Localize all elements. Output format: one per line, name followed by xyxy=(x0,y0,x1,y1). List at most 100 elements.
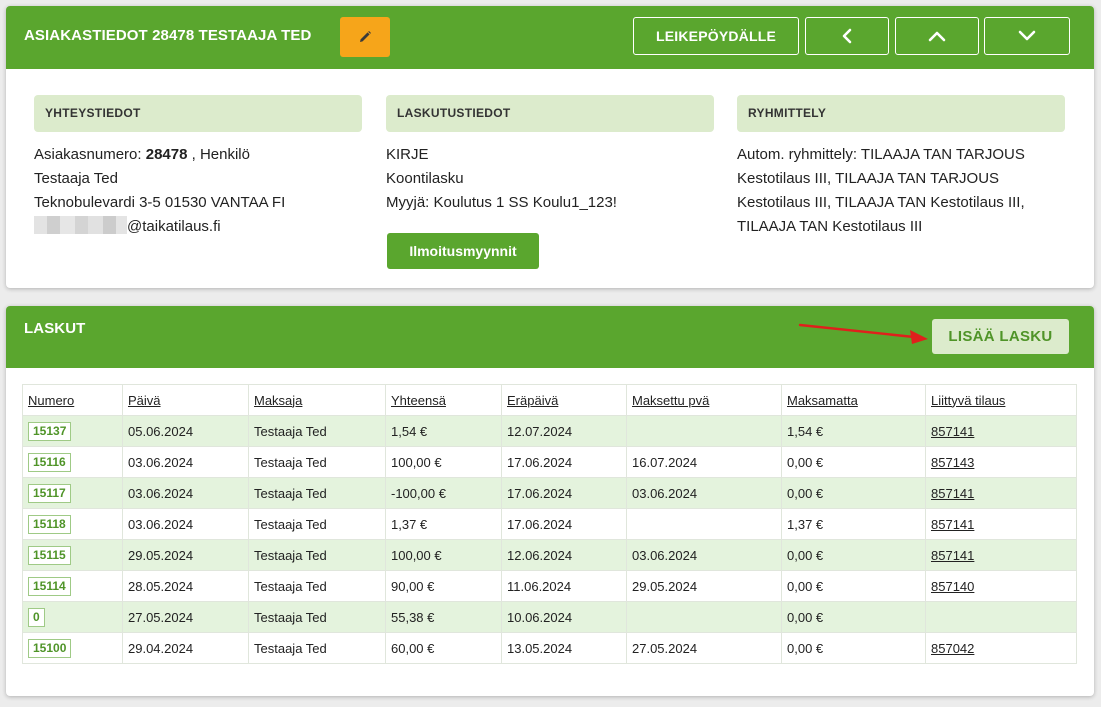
invoices-table: Numero Päivä Maksaja Yhteensä Eräpäivä M… xyxy=(22,384,1077,664)
invoice-total-cell: 1,37 € xyxy=(385,508,502,540)
invoice-date-cell: 29.04.2024 xyxy=(122,632,249,664)
invoice-number-cell: 15114 xyxy=(22,570,123,602)
invoice-number-cell: 15118 xyxy=(22,508,123,540)
invoice-paid-date-cell: 03.06.2024 xyxy=(626,477,782,509)
invoice-due-date-cell: 13.05.2024 xyxy=(501,632,627,664)
customer-title: ASIAKASTIEDOT 28478 TESTAAJA TED xyxy=(24,27,312,44)
invoice-number-button[interactable]: 15118 xyxy=(28,514,71,534)
invoice-total-cell: -100,00 € xyxy=(385,477,502,509)
invoice-number-button[interactable]: 15100 xyxy=(28,638,72,658)
invoice-related-order-link[interactable]: 857141 xyxy=(925,539,1077,571)
column-header-total[interactable]: Yhteensä xyxy=(385,384,502,416)
invoice-date-cell: 05.06.2024 xyxy=(122,415,249,447)
invoice-due-date-cell: 12.07.2024 xyxy=(501,415,627,447)
customer-number: 28478 xyxy=(145,146,188,163)
invoice-due-date-cell: 12.06.2024 xyxy=(501,539,627,571)
column-header-related-order[interactable]: Liittyvä tilaus xyxy=(925,384,1077,416)
previous-button[interactable] xyxy=(805,17,889,55)
clipboard-button[interactable]: LEIKEPÖYDÄLLE xyxy=(633,17,799,55)
grouping-details: Autom. ryhmittely: TILAAJA TAN TARJOUS K… xyxy=(737,146,1025,235)
edit-button[interactable] xyxy=(340,17,390,57)
invoice-date-cell: 27.05.2024 xyxy=(122,601,249,633)
chevron-left-icon xyxy=(842,28,852,44)
invoice-payer-cell: Testaaja Ted xyxy=(248,477,386,509)
up-button[interactable] xyxy=(895,17,979,55)
invoice-number-button[interactable]: 0 xyxy=(28,607,45,627)
invoice-total-cell: 90,00 € xyxy=(385,570,502,602)
invoice-payer-cell: Testaaja Ted xyxy=(248,508,386,540)
customer-name: Testaaja Ted xyxy=(34,170,118,187)
billing-details: KIRJE Koontilasku Myyjä: Koulutus 1 SS K… xyxy=(386,143,617,215)
invoice-related-order-link[interactable]: 857141 xyxy=(925,415,1077,447)
invoice-unpaid-cell: 0,00 € xyxy=(781,570,926,602)
invoice-number-button[interactable]: 15116 xyxy=(28,452,71,472)
invoice-paid-date-cell: 16.07.2024 xyxy=(626,446,782,478)
invoice-number-button[interactable]: 15137 xyxy=(28,421,72,441)
ad-sales-button[interactable]: Ilmoitusmyynnit xyxy=(387,233,539,269)
column-header-payer[interactable]: Maksaja xyxy=(248,384,386,416)
grouping-section-heading: RYHMITTELY xyxy=(737,95,1065,132)
invoices-card: LASKUT LISÄÄ LASKU Numero Päivä Maksaja … xyxy=(6,306,1094,696)
column-header-due-date[interactable]: Eräpäivä xyxy=(501,384,627,416)
invoice-related-order-link[interactable]: 857042 xyxy=(925,632,1077,664)
contact-section-heading: YHTEYSTIEDOT xyxy=(34,95,362,132)
invoice-date-cell: 29.05.2024 xyxy=(122,539,249,571)
chevron-down-icon xyxy=(1018,30,1036,41)
invoice-related-order-link[interactable]: 857141 xyxy=(925,508,1077,540)
invoice-due-date-cell: 11.06.2024 xyxy=(501,570,627,602)
redacted-email-user xyxy=(34,216,127,234)
invoices-header: LASKUT LISÄÄ LASKU xyxy=(6,306,1094,368)
invoice-related-order-link[interactable]: 857143 xyxy=(925,446,1077,478)
down-button[interactable] xyxy=(984,17,1070,55)
table-row[interactable]: 15118 03.06.2024 Testaaja Ted 1,37 €17.06.2… xyxy=(22,508,1077,540)
table-row[interactable]: 15114 28.05.2024 Testaaja Ted 90,00 €11.06.… xyxy=(22,570,1077,602)
invoice-number-button[interactable]: 15115 xyxy=(28,545,71,565)
invoice-related-order-link[interactable]: 857140 xyxy=(925,570,1077,602)
invoice-unpaid-cell: 0,00 € xyxy=(781,446,926,478)
invoice-number-cell: 15117 xyxy=(22,477,123,509)
invoice-payer-cell: Testaaja Ted xyxy=(248,632,386,664)
table-row[interactable]: 0 27.05.2024 Testaaja Ted 55,38 €10.06.2024… xyxy=(22,601,1077,633)
column-header-number[interactable]: Numero xyxy=(22,384,123,416)
invoice-paid-date-cell xyxy=(626,508,782,540)
invoice-due-date-cell: 17.06.2024 xyxy=(501,508,627,540)
invoice-related-order-link[interactable] xyxy=(925,601,1077,633)
customer-number-label: Asiakasnumero: xyxy=(34,146,142,163)
invoice-date-cell: 03.06.2024 xyxy=(122,508,249,540)
invoice-unpaid-cell: 0,00 € xyxy=(781,477,926,509)
invoice-date-cell: 03.06.2024 xyxy=(122,477,249,509)
table-row[interactable]: 15137 05.06.2024 Testaaja Ted 1,54 €12.07.2… xyxy=(22,415,1077,447)
invoice-unpaid-cell: 0,00 € xyxy=(781,632,926,664)
customer-address: Teknobulevardi 3-5 01530 VANTAA FI xyxy=(34,194,286,211)
invoice-total-cell: 55,38 € xyxy=(385,601,502,633)
invoice-unpaid-cell: 0,00 € xyxy=(781,539,926,571)
invoice-number-button[interactable]: 15114 xyxy=(28,576,71,596)
invoices-title: LASKUT xyxy=(24,320,86,337)
invoice-paid-date-cell xyxy=(626,601,782,633)
invoice-number-cell: 15137 xyxy=(22,415,123,447)
customer-header: ASIAKASTIEDOT 28478 TESTAAJA TED LEIKEPÖ… xyxy=(6,6,1094,69)
table-row[interactable]: 15116 03.06.2024 Testaaja Ted 100,00 €17.06… xyxy=(22,446,1077,478)
invoice-unpaid-cell: 1,54 € xyxy=(781,415,926,447)
customer-number-line: Asiakasnumero: 28478 , Henkilö xyxy=(34,143,285,167)
invoice-paid-date-cell: 03.06.2024 xyxy=(626,539,782,571)
customer-card: ASIAKASTIEDOT 28478 TESTAAJA TED LEIKEPÖ… xyxy=(6,6,1094,288)
contact-details: Asiakasnumero: 28478 , Henkilö Testaaja … xyxy=(34,143,285,239)
table-row[interactable]: 15115 29.05.2024 Testaaja Ted 100,00 €12.06… xyxy=(22,539,1077,571)
table-row[interactable]: 15100 29.04.2024 Testaaja Ted 60,00 €13.05.… xyxy=(22,632,1077,664)
billing-type: Koontilasku xyxy=(386,170,464,187)
invoice-unpaid-cell: 1,37 € xyxy=(781,508,926,540)
pencil-icon xyxy=(360,31,371,42)
column-header-unpaid[interactable]: Maksamatta xyxy=(781,384,926,416)
add-invoice-button[interactable]: LISÄÄ LASKU xyxy=(932,319,1069,354)
invoice-related-order-link[interactable]: 857141 xyxy=(925,477,1077,509)
invoice-payer-cell: Testaaja Ted xyxy=(248,570,386,602)
invoice-number-button[interactable]: 15117 xyxy=(28,483,71,503)
invoice-total-cell: 100,00 € xyxy=(385,539,502,571)
table-row[interactable]: 15117 03.06.2024 Testaaja Ted -100,00 €17.0… xyxy=(22,477,1077,509)
invoice-total-cell: 60,00 € xyxy=(385,632,502,664)
column-header-paid-date[interactable]: Maksettu pvä xyxy=(626,384,782,416)
chevron-up-icon xyxy=(928,31,946,42)
column-header-date[interactable]: Päivä xyxy=(122,384,249,416)
invoice-date-cell: 03.06.2024 xyxy=(122,446,249,478)
